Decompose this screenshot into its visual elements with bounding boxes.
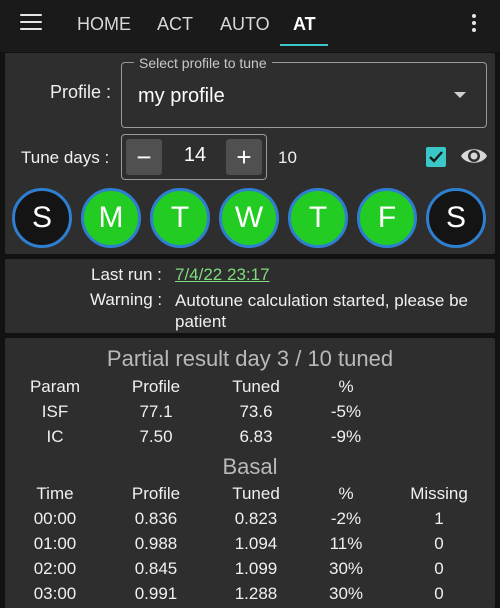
param-cell: 7.50 [139, 427, 173, 446]
param-cell: -5% [330, 402, 362, 421]
param-cell: -9% [330, 427, 362, 446]
basal-header-missing: Missing [410, 484, 468, 503]
checkmark-icon [429, 151, 443, 163]
profile-dropdown-legend: Select profile to tune [134, 55, 272, 71]
partial-result-title: Partial result day 3 / 10 tuned [106, 346, 394, 371]
decrement-button[interactable]: − [126, 139, 162, 175]
day-toggle-monday[interactable]: M [81, 188, 141, 248]
param-cell: 73.6 [239, 402, 273, 421]
basal-cell: 1.099 [234, 559, 278, 578]
basal-header-time: Time [36, 484, 74, 503]
basal-cell: 03:00 [33, 584, 77, 603]
basal-cell: 30% [328, 584, 364, 603]
day-toggle-friday[interactable]: F [357, 188, 417, 248]
eye-icon[interactable] [460, 145, 488, 172]
basal-cell: 01:00 [33, 534, 77, 553]
calculated-days-value: 10 [278, 148, 297, 167]
warning-message: Autotune calculation started, please be … [175, 291, 468, 331]
profile-label: Profile : [50, 82, 112, 102]
param-cell: IC [46, 427, 64, 446]
basal-cell: 1 [434, 509, 444, 528]
tune-days-label: Tune days : [21, 148, 110, 167]
last-run-link[interactable]: 7/4/22 23:17 [175, 265, 270, 285]
param-cell: ISF [41, 402, 69, 421]
day-toggle-tuesday[interactable]: T [150, 188, 210, 248]
basal-cell: 0.823 [234, 509, 278, 528]
param-header-param: Param [29, 377, 81, 396]
tab-act[interactable]: ACT [157, 14, 193, 35]
overflow-menu-icon[interactable] [471, 14, 477, 34]
day-toggle-thursday[interactable]: T [288, 188, 348, 248]
param-header-tuned: Tuned [232, 377, 280, 396]
basal-cell: 0 [434, 534, 444, 553]
basal-cell: 0.988 [134, 534, 178, 553]
basal-cell: 11% [329, 534, 363, 553]
basal-cell: 0 [434, 559, 444, 578]
basal-cell: 1.288 [234, 584, 278, 603]
basal-header-tuned: Tuned [232, 484, 280, 503]
tab-auto[interactable]: AUTO [220, 14, 270, 35]
tab-at[interactable]: AT [293, 14, 316, 35]
basal-cell: 0 [434, 584, 444, 603]
basal-cell: 0.836 [134, 509, 178, 528]
day-toggle-saturday[interactable]: S [426, 188, 486, 248]
profile-selected-value[interactable]: my profile [138, 85, 225, 108]
basal-cell: 0.991 [134, 584, 178, 603]
hamburger-menu-icon[interactable] [20, 14, 42, 32]
param-cell: 77.1 [139, 402, 173, 421]
active-tab-indicator [280, 44, 328, 46]
dropdown-arrow-icon[interactable] [454, 92, 466, 98]
day-toggle-wednesday[interactable]: W [219, 188, 279, 248]
basal-cell: 1.094 [234, 534, 278, 553]
param-cell: 6.83 [239, 427, 273, 446]
weekday-checkbox[interactable] [426, 147, 446, 167]
last-run-label: Last run : [91, 265, 162, 284]
basal-header-percent: % [338, 484, 354, 503]
basal-cell: 30% [328, 559, 364, 578]
basal-cell: 0.845 [134, 559, 178, 578]
tab-home[interactable]: HOME [77, 14, 131, 35]
param-header-percent: % [338, 377, 354, 396]
basal-cell: 02:00 [33, 559, 77, 578]
day-toggle-sunday[interactable]: S [12, 188, 72, 248]
increment-button[interactable]: + [226, 139, 262, 175]
tune-days-input[interactable]: 14 [162, 144, 228, 167]
param-header-profile: Profile [131, 377, 181, 396]
basal-cell: -2% [330, 509, 362, 528]
basal-cell: 00:00 [33, 509, 77, 528]
tune-days-stepper: − 14 + [121, 134, 267, 180]
basal-title: Basal [222, 454, 278, 479]
warning-label: Warning : [90, 290, 163, 309]
basal-header-profile: Profile [131, 484, 181, 503]
